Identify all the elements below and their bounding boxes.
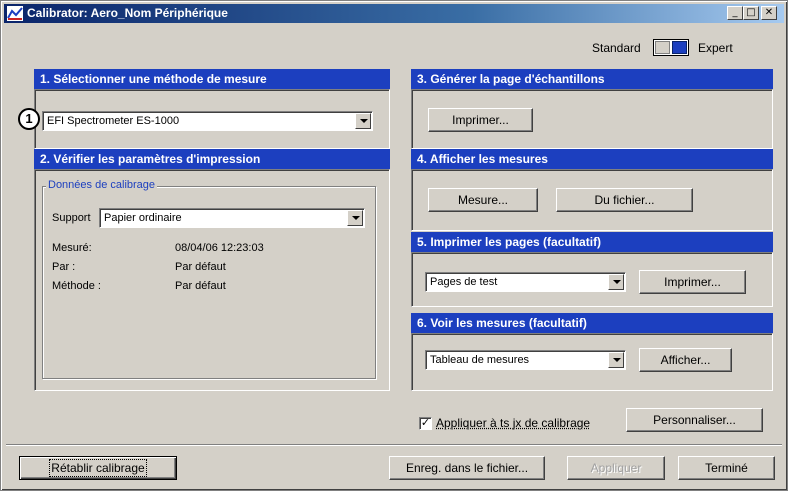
measurements-view-value: Tableau de mesures [430,354,530,366]
calibrator-window: Calibrator: Aero_Nom Périphérique _ □ ✕ … [0,0,788,491]
customize-button[interactable]: Personnaliser... [626,408,763,432]
panel-3-header: 3. Générer la page d'échantillons [411,69,773,89]
chevron-down-icon[interactable] [608,352,624,368]
reset-calibration-button[interactable]: Rétablir calibrage [19,456,177,480]
support-value: Papier ordinaire [104,212,182,224]
window-title: Calibrator: Aero_Nom Périphérique [27,6,228,20]
apply-all-label[interactable]: Appliquer à ts jx de calibrage [436,416,590,430]
print-pages-button[interactable]: Imprimer... [639,270,746,294]
method-label: Méthode : [52,280,101,292]
panel-4-header: 4. Afficher les mesures [411,149,773,169]
mode-toggle[interactable] [653,39,689,56]
panel-5-header: 5. Imprimer les pages (facultatif) [411,232,773,252]
measure-button[interactable]: Mesure... [428,188,538,212]
reset-calibration-label: Rétablir calibrage [49,459,147,477]
test-pages-value: Pages de test [430,276,498,288]
panel-1-header: 1. Sélectionner une méthode de mesure [34,69,390,89]
support-select[interactable]: Papier ordinaire [99,208,365,228]
maximize-icon: □ [746,7,756,18]
apply-all-checkbox[interactable]: ✓ [419,417,432,430]
expert-mode-label: Expert [698,41,733,55]
method-value: Par défaut [175,280,226,292]
chevron-down-icon[interactable] [355,113,371,129]
print-sample-page-button[interactable]: Imprimer... [428,108,533,132]
toggle-standard-half [655,41,670,54]
support-label: Support [52,212,91,224]
show-measurements-button[interactable]: Afficher... [639,348,732,372]
title-bar[interactable]: Calibrator: Aero_Nom Périphérique _ □ ✕ [4,4,784,23]
test-pages-select[interactable]: Pages de test [425,272,626,292]
minimize-button[interactable]: _ [727,6,743,20]
save-to-file-button[interactable]: Enreg. dans le fichier... [389,456,545,480]
panel-2-header: 2. Vérifier les paramètres d'impression [34,149,390,169]
apply-button[interactable]: Appliquer [567,456,665,480]
minimize-icon: _ [732,7,738,18]
footer-separator [6,444,782,446]
measurement-method-select[interactable]: EFI Spectrometer ES-1000 [42,111,373,131]
from-file-button[interactable]: Du fichier... [556,188,693,212]
standard-mode-label: Standard [592,41,641,55]
maximize-button[interactable]: □ [743,6,759,20]
close-button[interactable]: ✕ [761,6,777,20]
calibration-data-legend: Données de calibrage [46,179,158,191]
by-label: Par : [52,261,76,273]
measurements-view-select[interactable]: Tableau de mesures [425,350,626,370]
step-1-badge: 1 [18,108,40,130]
done-button[interactable]: Terminé [678,456,775,480]
panel-6-header: 6. Voir les mesures (facultatif) [411,313,773,333]
measured-value: 08/04/06 12:23:03 [175,242,264,254]
measurement-method-value: EFI Spectrometer ES-1000 [47,115,180,127]
by-value: Par défaut [175,261,226,273]
chevron-down-icon[interactable] [608,274,624,290]
close-icon: ✕ [764,7,774,18]
chevron-down-icon[interactable] [347,210,363,226]
toggle-expert-half [672,41,687,54]
calibrator-app-icon [7,6,23,21]
measured-label: Mesuré: [52,242,92,254]
